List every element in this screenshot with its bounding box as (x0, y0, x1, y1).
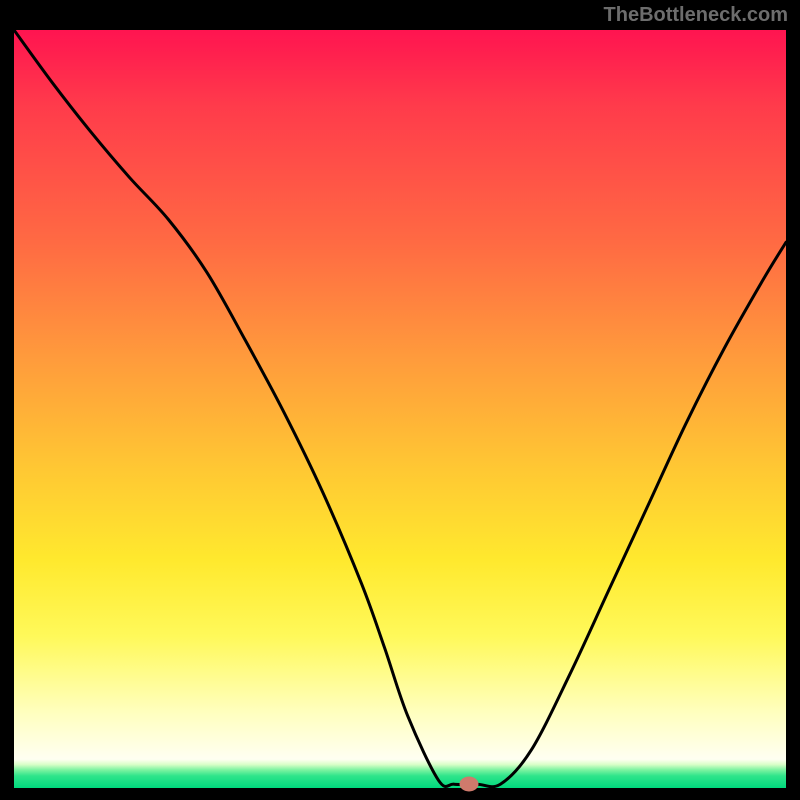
optimal-point-marker (460, 777, 479, 792)
chart-frame: TheBottleneck.com (0, 0, 800, 800)
plot-area (14, 30, 786, 788)
attribution-text: TheBottleneck.com (604, 4, 788, 27)
bottleneck-curve (14, 30, 786, 788)
